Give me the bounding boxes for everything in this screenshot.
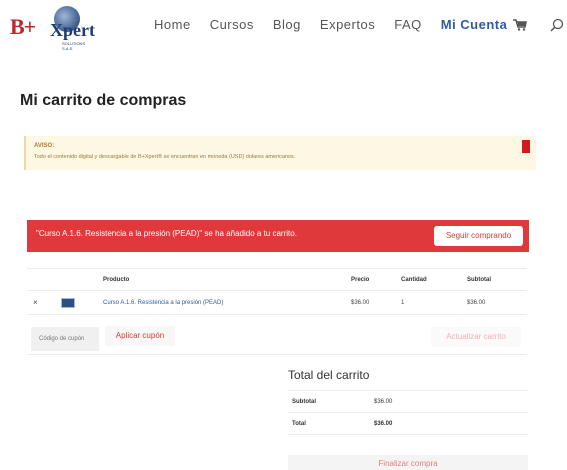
- alert-message: "Curso A.1.6. Resistencia a la presión (…: [36, 229, 297, 238]
- checkout-button[interactable]: Finalizar compra: [288, 455, 528, 470]
- continue-shopping-button[interactable]: Seguir comprando: [434, 226, 523, 246]
- header-quantity: Cantidad: [401, 268, 467, 291]
- product-price: $36.00: [351, 290, 401, 315]
- nav-item-cursos[interactable]: Cursos: [210, 17, 254, 33]
- total-row: Total $36.00: [288, 412, 528, 435]
- header-product: Producto: [103, 268, 351, 291]
- product-image[interactable]: [61, 297, 75, 308]
- product-link[interactable]: Curso A.1.6. Resistencia a la presión (P…: [103, 300, 223, 306]
- page: B+ Xpert SOLUTIONS S.A.S. Home Cursos Bl…: [0, 0, 567, 470]
- header-remove: [27, 268, 61, 291]
- update-cart-button[interactable]: Actualizar carrito: [431, 327, 521, 347]
- cart-icon[interactable]: [513, 19, 527, 31]
- notice-text: Todo el contenido digital y descargable …: [34, 154, 296, 160]
- product-subtotal: $36.00: [467, 290, 527, 315]
- logo-suffix: Xpert: [50, 20, 95, 40]
- brand-logo[interactable]: B+ Xpert SOLUTIONS S.A.S.: [10, 6, 95, 51]
- nav-item-mi-cuenta[interactable]: Mi Cuenta: [441, 17, 508, 33]
- table-row: × Curso A.1.6. Resistencia a la presión …: [27, 290, 527, 315]
- total-label: Total: [288, 412, 374, 435]
- main-nav: Home Cursos Blog Expertos FAQ Mi Cuenta: [154, 17, 526, 33]
- cart-actions: Código de cupón Aplicar cupón Actualizar…: [27, 321, 527, 355]
- cart-totals-title: Total del carrito: [288, 368, 370, 382]
- subtotal-row: Subtotal $36.00: [288, 390, 528, 413]
- added-to-cart-alert: "Curso A.1.6. Resistencia a la presión (…: [27, 220, 529, 252]
- cart-totals-table: Subtotal $36.00 Total $36.00: [288, 390, 528, 435]
- notice-box: AVISO: Todo el contenido digital y desca…: [24, 136, 536, 170]
- nav-item-faq[interactable]: FAQ: [394, 17, 422, 33]
- subtotal-value: $36.00: [374, 390, 528, 413]
- remove-item-icon[interactable]: ×: [27, 290, 61, 315]
- header-price: Precio: [351, 268, 401, 291]
- logo-subtitle: SOLUTIONS S.A.S.: [62, 41, 86, 51]
- subtotal-label: Subtotal: [288, 390, 374, 413]
- product-thumbnail[interactable]: [61, 290, 103, 315]
- cart-table: Producto Precio Cantidad Subtotal × Curs…: [27, 268, 527, 315]
- coupon-input[interactable]: Código de cupón: [31, 327, 99, 351]
- notice-title: AVISO:: [34, 143, 55, 149]
- page-title: Mi carrito de compras: [20, 92, 187, 109]
- header-thumbnail: [61, 268, 103, 291]
- nav-item-expertos[interactable]: Expertos: [320, 17, 375, 33]
- nav-item-home[interactable]: Home: [154, 17, 191, 33]
- product-quantity[interactable]: 1: [401, 290, 467, 315]
- header-subtotal: Subtotal: [467, 268, 527, 291]
- site-header: B+ Xpert SOLUTIONS S.A.S. Home Cursos Bl…: [0, 0, 567, 52]
- search-icon[interactable]: [550, 18, 564, 32]
- apply-coupon-button[interactable]: Aplicar cupón: [105, 326, 175, 346]
- nav-item-blog[interactable]: Blog: [273, 17, 301, 33]
- cart-table-header: Producto Precio Cantidad Subtotal: [27, 268, 527, 291]
- notice-close-icon[interactable]: [522, 140, 530, 153]
- total-value: $36.00: [374, 412, 528, 435]
- logo-prefix: B+: [10, 14, 36, 39]
